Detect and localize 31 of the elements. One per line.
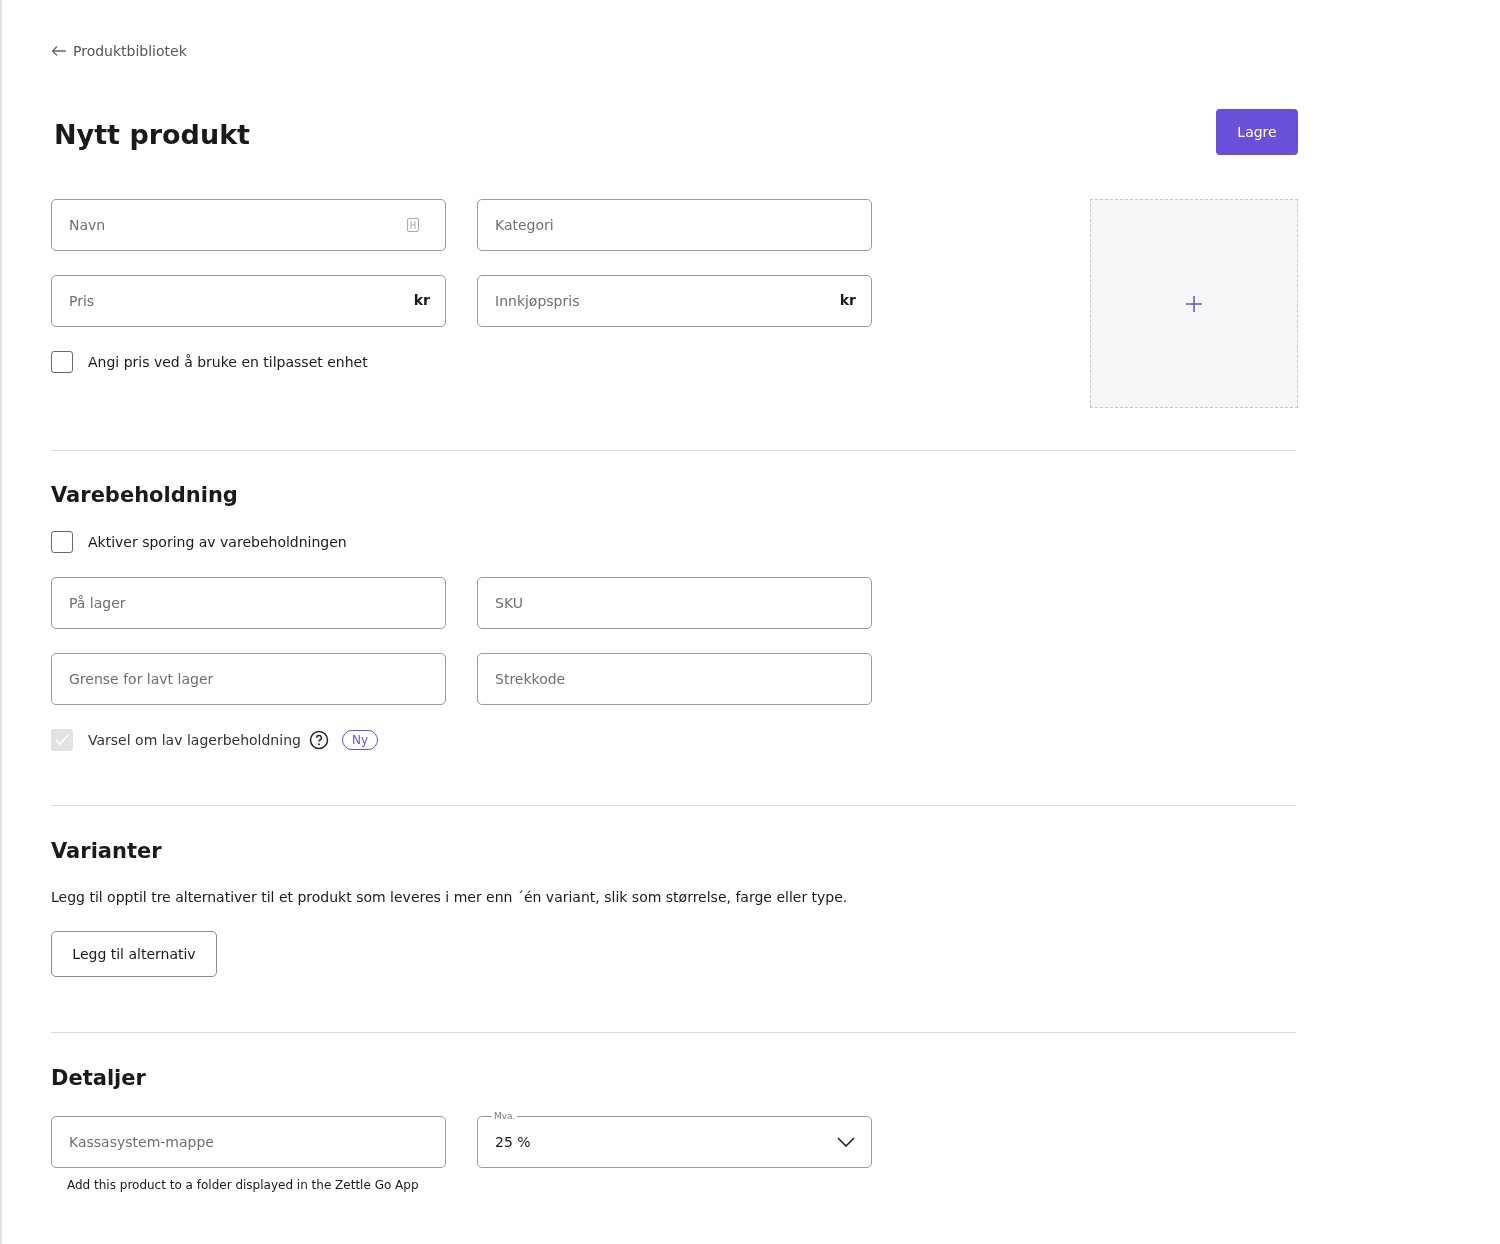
save-button[interactable]: Lagre (1216, 109, 1298, 155)
add-option-button[interactable]: Legg til alternativ (51, 931, 217, 977)
checkbox-label: Angi pris ved å bruke en tilpasset enhet (88, 354, 368, 370)
checkbox[interactable] (51, 531, 73, 553)
section-heading: Detaljer (51, 1066, 147, 1090)
plus-icon (1185, 294, 1203, 313)
currency-suffix: kr (413, 292, 430, 308)
text-field[interactable]: SKU (477, 577, 872, 629)
text-field[interactable]: Kassasystem-mappe (51, 1116, 446, 1168)
section-description: Legg til opptil tre alternativer til et produkt som leveres i mer enn ´én variant, slik som størrelse, farge eller type. (51, 889, 849, 905)
checkbox[interactable] (51, 351, 73, 373)
text-field[interactable]: Navn (51, 199, 446, 251)
form-icon (407, 218, 419, 232)
help-icon[interactable] (308, 730, 329, 750)
page-title: Nytt produkt (54, 119, 250, 150)
section-heading: Varianter (51, 839, 163, 863)
select-value: 25 % (495, 1134, 532, 1150)
checkbox-label: Varsel om lav lagerbeholdning (88, 732, 301, 748)
currency-suffix: kr (839, 292, 856, 308)
checkmark-icon (54, 732, 70, 748)
text-field[interactable]: Grense for lavt lager (51, 653, 446, 705)
text-field[interactable]: På lager (51, 577, 446, 629)
back-arrow-icon (51, 45, 67, 57)
helper-text: Add this product to a folder displayed in the Zettle Go App (67, 1178, 420, 1192)
field-label: Mva. (492, 1110, 518, 1122)
checkbox-label: Aktiver sporing av varebeholdningen (88, 534, 347, 550)
section-heading: Varebeholdning (51, 483, 239, 507)
back-link[interactable]: Produktbibliotek (51, 43, 187, 59)
chevron-down-icon (837, 1137, 855, 1147)
text-field[interactable]: Kategori (477, 199, 872, 251)
text-field[interactable]: Strekkode (477, 653, 872, 705)
